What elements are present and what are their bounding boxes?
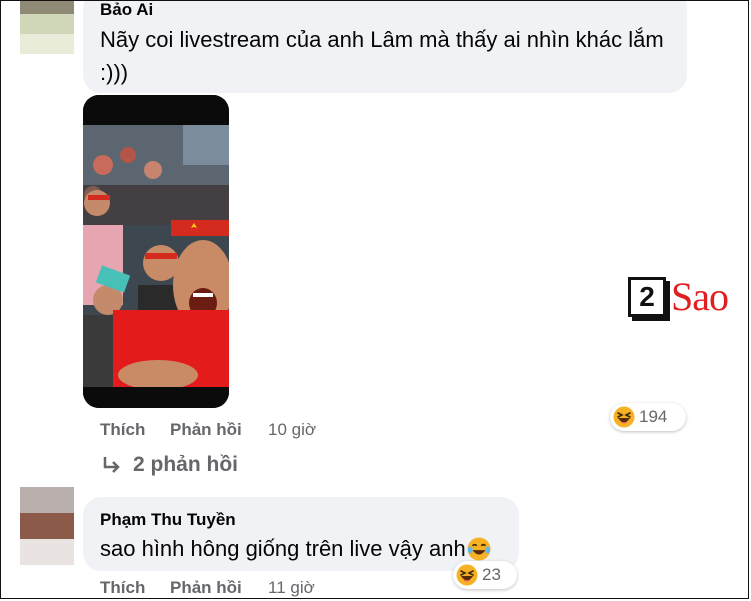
logo-badge: 2 bbox=[628, 276, 666, 317]
like-button[interactable]: Thích bbox=[100, 420, 145, 440]
avatar[interactable] bbox=[20, 1, 74, 54]
reply-arrow-icon bbox=[103, 457, 120, 473]
comment-author[interactable]: Bảo Ai bbox=[100, 1, 671, 20]
like-button[interactable]: Thích bbox=[100, 578, 145, 598]
view-replies-link[interactable]: 2 phản hồi bbox=[101, 453, 238, 477]
comment-text-line: :))) bbox=[100, 60, 129, 85]
screenshot-frame: Bảo Ai Nãy coi livestream của anh Lâm mà… bbox=[0, 0, 749, 599]
logo-text: Sao bbox=[671, 274, 729, 319]
comment-author[interactable]: Phạm Thu Tuyền bbox=[100, 510, 503, 530]
avatar[interactable] bbox=[20, 487, 74, 565]
comment-bubble: Phạm Thu Tuyền sao hình hông giống trên … bbox=[83, 497, 519, 571]
haha-icon bbox=[613, 406, 635, 428]
reaction-count-badge[interactable]: 23 bbox=[453, 561, 517, 589]
comment-text: Nãy coi livestream của anh Lâm mà thấy a… bbox=[100, 23, 671, 89]
comment-text-line: Nãy coi livestream của anh Lâm mà thấy a… bbox=[100, 27, 664, 52]
2sao-watermark-logo: 2 Sao bbox=[628, 273, 729, 320]
comment-timestamp[interactable]: 10 giờ bbox=[268, 420, 316, 440]
reply-button[interactable]: Phản hồi bbox=[170, 420, 242, 440]
comment-bubble: Bảo Ai Nãy coi livestream của anh Lâm mà… bbox=[83, 1, 687, 93]
reaction-count-badge[interactable]: 194 bbox=[610, 403, 686, 431]
haha-icon bbox=[456, 564, 478, 586]
comment-timestamp[interactable]: 11 giờ bbox=[268, 578, 315, 598]
reaction-count: 23 bbox=[482, 565, 501, 584]
comment-photo[interactable] bbox=[83, 95, 229, 408]
comment-text-line: sao hình hông giống trên live vậy anh bbox=[100, 536, 466, 561]
comment-text: sao hình hông giống trên live vậy anh bbox=[100, 532, 503, 565]
view-replies-label[interactable]: 2 phản hồi bbox=[133, 453, 238, 477]
reaction-count: 194 bbox=[639, 407, 668, 426]
reply-button[interactable]: Phản hồi bbox=[170, 578, 242, 598]
stadium-selfie-image bbox=[83, 95, 229, 408]
laughing-tears-emoji-icon bbox=[467, 537, 491, 560]
